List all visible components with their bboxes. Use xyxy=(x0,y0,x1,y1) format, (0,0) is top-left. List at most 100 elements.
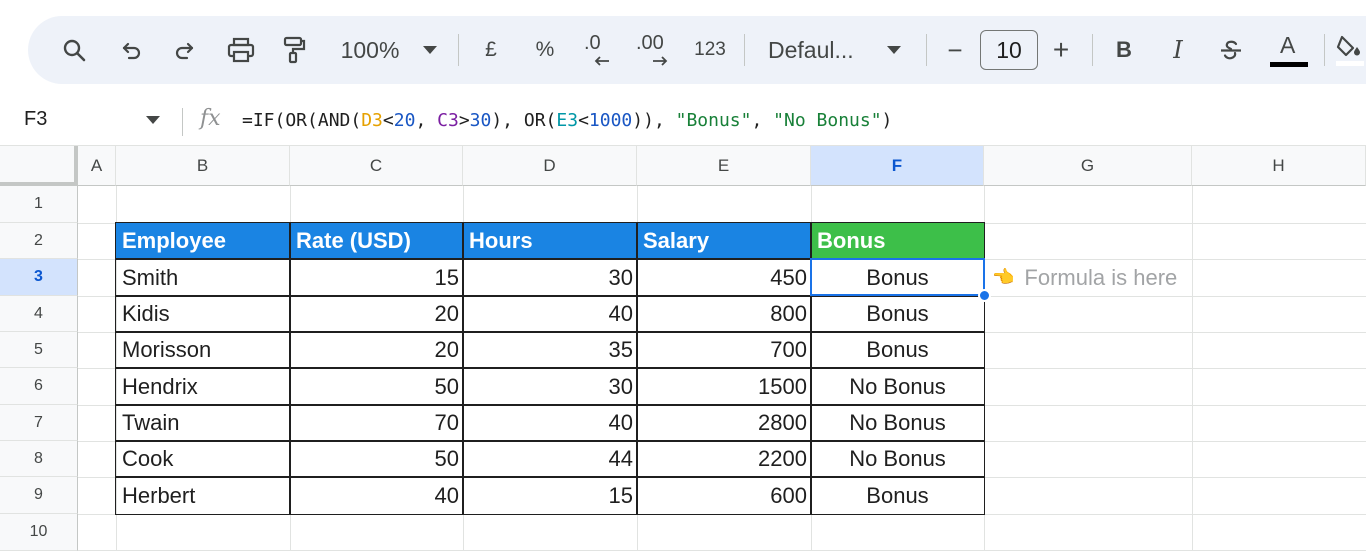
strikethrough-button[interactable] xyxy=(1216,16,1246,84)
cell-rate[interactable]: 70 xyxy=(290,405,463,441)
column-header-e[interactable]: E xyxy=(637,146,811,186)
table-header-salary[interactable]: Salary xyxy=(637,223,811,259)
cell-employee[interactable]: Smith xyxy=(116,259,290,296)
formula-string: "No Bonus" xyxy=(773,110,882,131)
formula-part: , xyxy=(751,110,774,131)
print-icon xyxy=(227,37,255,63)
cell-salary[interactable]: 1500 xyxy=(637,368,811,405)
cell-hours[interactable]: 30 xyxy=(463,259,637,296)
format-currency-button[interactable]: £ xyxy=(476,16,506,84)
zoom-dropdown[interactable] xyxy=(418,16,442,84)
cell-employee[interactable]: Hendrix xyxy=(116,368,290,405)
cell-bonus[interactable]: No Bonus xyxy=(811,368,984,405)
select-all-corner[interactable] xyxy=(0,146,78,186)
increase-decimal-button[interactable]: .00 xyxy=(634,16,674,84)
cell-hours[interactable]: 40 xyxy=(463,296,637,332)
toolbar: 100% £ % .0 .00 123 Defaul... − 10 + B I… xyxy=(28,16,1366,84)
cell-salary[interactable]: 800 xyxy=(637,296,811,332)
more-formats-button[interactable]: 123 xyxy=(690,16,730,84)
formula-part: =IF(OR(AND( xyxy=(242,110,362,131)
cell-hours[interactable]: 44 xyxy=(463,441,637,477)
table-header-rate[interactable]: Rate (USD) xyxy=(290,223,463,259)
cell-rate[interactable]: 50 xyxy=(290,441,463,477)
font-family-select[interactable]: Defaul... xyxy=(768,16,864,84)
print-button[interactable] xyxy=(222,16,260,84)
cell-employee[interactable]: Twain xyxy=(116,405,290,441)
search-menus-button[interactable] xyxy=(56,16,92,84)
table-border xyxy=(115,258,985,260)
decrease-decimal-button[interactable]: .0 xyxy=(580,16,616,84)
undo-button[interactable] xyxy=(114,16,150,84)
text-color-button[interactable]: A xyxy=(1266,16,1310,84)
row-header-7[interactable]: 7 xyxy=(0,405,78,441)
cell-bonus[interactable]: Bonus xyxy=(811,477,984,514)
cell-rate[interactable]: 40 xyxy=(290,477,463,514)
format-percent-button[interactable]: % xyxy=(530,16,560,84)
cell-employee[interactable]: Herbert xyxy=(116,477,290,514)
cell-hours[interactable]: 15 xyxy=(463,477,637,514)
redo-button[interactable] xyxy=(166,16,202,84)
cell-rate[interactable]: 20 xyxy=(290,296,463,332)
row-header-1[interactable]: 1 xyxy=(0,186,78,223)
cell-salary[interactable]: 700 xyxy=(637,332,811,368)
plus-icon: + xyxy=(1052,34,1070,65)
cell-hours[interactable]: 40 xyxy=(463,405,637,441)
caret-down-icon xyxy=(423,46,437,54)
column-header-a[interactable]: A xyxy=(78,146,116,186)
row-header-2[interactable]: 2 xyxy=(0,223,78,259)
column-header-h[interactable]: H xyxy=(1192,146,1366,186)
formula-ref: D3 xyxy=(361,110,383,131)
cell-rate[interactable]: 50 xyxy=(290,368,463,405)
table-border xyxy=(289,222,291,515)
column-header-f[interactable]: F xyxy=(811,146,984,186)
font-family-dropdown[interactable] xyxy=(882,16,906,84)
decrease-decimal-icon: .0 xyxy=(580,30,616,70)
fill-handle[interactable] xyxy=(978,289,991,302)
cell-employee[interactable]: Morisson xyxy=(116,332,290,368)
row-header-9[interactable]: 9 xyxy=(0,477,78,514)
increase-decimal-icon: .00 xyxy=(634,30,674,70)
row-header-6[interactable]: 6 xyxy=(0,368,78,405)
cell-bonus[interactable]: Bonus xyxy=(811,259,984,296)
formula-input[interactable]: =IF(OR(AND(D3<20, C3>30), OR(E3<1000)), … xyxy=(242,110,892,131)
cell-bonus[interactable]: Bonus xyxy=(811,296,984,332)
table-header-hours[interactable]: Hours xyxy=(463,223,637,259)
column-header-g[interactable]: G xyxy=(984,146,1192,186)
cell-salary[interactable]: 2800 xyxy=(637,405,811,441)
cell-hours[interactable]: 30 xyxy=(463,368,637,405)
fill-color-button[interactable] xyxy=(1334,16,1366,84)
column-header-d[interactable]: D xyxy=(463,146,637,186)
cell-employee[interactable]: Kidis xyxy=(116,296,290,332)
column-header-b[interactable]: B xyxy=(116,146,290,186)
row-header-5[interactable]: 5 xyxy=(0,332,78,368)
row-header-8[interactable]: 8 xyxy=(0,441,78,477)
formula-note[interactable]: 👈 Formula is here xyxy=(992,259,1177,296)
decrease-font-size-button[interactable]: − xyxy=(940,16,970,84)
cell-salary[interactable]: 600 xyxy=(637,477,811,514)
row-header-10[interactable]: 10 xyxy=(0,514,78,551)
bold-button[interactable]: B xyxy=(1110,16,1138,84)
cell-employee[interactable]: Cook xyxy=(116,441,290,477)
cell-rate[interactable]: 15 xyxy=(290,259,463,296)
name-box[interactable]: F3 xyxy=(24,108,47,131)
cell-salary[interactable]: 2200 xyxy=(637,441,811,477)
italic-button[interactable]: I xyxy=(1164,16,1192,84)
text-color-swatch xyxy=(1270,62,1308,67)
cell-salary[interactable]: 450 xyxy=(637,259,811,296)
cell-bonus[interactable]: No Bonus xyxy=(811,441,984,477)
zoom-select[interactable]: 100% xyxy=(330,16,410,84)
column-header-c[interactable]: C xyxy=(290,146,463,186)
table-header-bonus[interactable]: Bonus xyxy=(811,223,984,259)
cell-hours[interactable]: 35 xyxy=(463,332,637,368)
caret-down-icon[interactable] xyxy=(146,116,160,124)
font-size-input[interactable]: 10 xyxy=(980,30,1038,70)
cell-bonus[interactable]: Bonus xyxy=(811,332,984,368)
row-header-4[interactable]: 4 xyxy=(0,296,78,332)
increase-font-size-button[interactable]: + xyxy=(1046,16,1076,84)
table-header-employee[interactable]: Employee xyxy=(116,223,290,259)
formula-part: ) xyxy=(881,110,893,131)
row-header-3[interactable]: 3 xyxy=(0,259,78,296)
paint-format-button[interactable] xyxy=(276,16,312,84)
cell-rate[interactable]: 20 xyxy=(290,332,463,368)
cell-bonus[interactable]: No Bonus xyxy=(811,405,984,441)
